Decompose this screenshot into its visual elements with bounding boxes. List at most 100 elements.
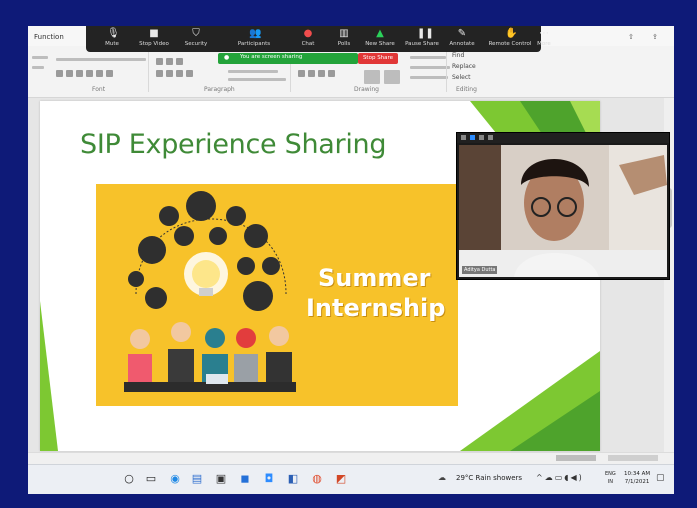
banner-word-internship: Internship — [306, 294, 446, 322]
shape-outline-control[interactable] — [410, 66, 450, 69]
select-button[interactable]: Select — [452, 74, 471, 81]
weather-text[interactable]: 29°C Rain showers — [456, 474, 522, 482]
group-label-editing: Editing — [456, 86, 477, 93]
group-label-drawing: Drawing — [354, 86, 379, 93]
convert-smartart-control[interactable] — [228, 78, 286, 81]
ribbon-tab-function[interactable]: Function — [34, 33, 64, 41]
indent-icon[interactable] — [176, 58, 183, 65]
replace-button[interactable]: Replace — [452, 63, 476, 70]
italic-icon[interactable] — [66, 70, 73, 77]
camera-icon: ■ — [149, 28, 159, 39]
justify-icon[interactable] — [186, 70, 193, 77]
shapes-icon[interactable] — [308, 70, 315, 77]
stop-video-button[interactable]: ■ Stop Video — [132, 28, 176, 50]
align-text-control[interactable] — [228, 70, 278, 73]
remote-control-label: Remote Control — [488, 41, 532, 47]
zoom-app-icon[interactable]: ◘ — [262, 472, 276, 486]
video-window-bar — [457, 133, 669, 143]
security-label: Security — [184, 41, 208, 47]
more-button[interactable]: ⋯ More — [534, 28, 554, 50]
task-view-icon[interactable]: ▭ — [144, 472, 158, 486]
video-minimize-icon[interactable] — [488, 135, 493, 140]
screen-sharing-text: You are screen sharing — [240, 54, 303, 60]
pen-icon: ✎ — [457, 28, 467, 39]
pause-share-button[interactable]: ❚❚ Pause Share — [400, 28, 444, 50]
lock-icon[interactable]: ▣ — [214, 472, 228, 486]
edge-icon[interactable]: ◉ — [168, 472, 182, 486]
outlook-icon[interactable]: ◼ — [238, 472, 252, 486]
arrange-control[interactable] — [364, 70, 380, 84]
find-button[interactable]: Find — [452, 52, 464, 59]
annotate-button[interactable]: ✎ Annotate — [440, 28, 484, 50]
screen-sharing-banner: ● You are screen sharing — [218, 53, 358, 64]
quick-styles-control[interactable] — [384, 70, 400, 84]
participant-name: Aditya Dutta — [462, 266, 498, 274]
shapes-icon[interactable] — [328, 70, 335, 77]
clock[interactable]: 10:34 AM 7/1/2021 — [624, 470, 650, 486]
status-bar — [28, 452, 674, 464]
sharing-indicator-icon: ● — [224, 54, 230, 61]
powerpoint-icon[interactable]: ◩ — [334, 472, 348, 486]
participants-icon: 👥 — [249, 28, 262, 39]
font-color-icon[interactable] — [96, 70, 103, 77]
new-share-label: New Share — [365, 41, 395, 47]
clock-date: 7/1/2021 — [624, 479, 650, 485]
language-code: ENG — [605, 471, 616, 477]
group-label-paragraph: Paragraph — [204, 86, 235, 93]
shield-icon: ⛉ — [192, 28, 200, 39]
mute-button[interactable]: 🎙 Mute — [90, 28, 134, 50]
stop-video-label: Stop Video — [139, 41, 169, 47]
store-icon[interactable]: ▤ — [190, 472, 204, 486]
video-view-icon[interactable] — [461, 135, 466, 140]
bold-icon[interactable] — [56, 70, 63, 77]
ribbon-separator — [148, 50, 149, 92]
align-left-icon[interactable] — [156, 70, 163, 77]
paste-control[interactable] — [32, 56, 48, 59]
zoom-toolbar: 🎙 Mute ■ Stop Video ⛉ Security 👥 Partici… — [86, 26, 551, 52]
underline-icon[interactable] — [76, 70, 83, 77]
new-share-button[interactable]: ▲ New Share — [358, 28, 402, 50]
shape-fill-control[interactable] — [410, 56, 446, 59]
microphone-icon: 🎙 — [107, 28, 120, 39]
shapes-icon[interactable] — [318, 70, 325, 77]
participants-button[interactable]: 👥 Participants — [232, 28, 276, 50]
chrome-icon[interactable]: ◍ — [310, 472, 324, 486]
share-icon: ▲ — [376, 28, 384, 39]
ribbon-right-icon[interactable]: ⇧ — [628, 33, 634, 41]
language-indicator[interactable]: ENG IN — [605, 470, 616, 486]
word-icon[interactable]: ◧ — [286, 472, 300, 486]
participant-video[interactable]: Aditya Dutta — [456, 132, 670, 280]
system-tray-icons[interactable]: ^☁▭◖◀) — [536, 473, 584, 482]
highlight-icon[interactable] — [106, 70, 113, 77]
summer-internship-banner: Summer Internship — [96, 184, 458, 406]
weather-icon: ☁ — [438, 473, 446, 482]
font-name-box[interactable] — [56, 58, 146, 61]
slide-title: SIP Experience Sharing — [80, 129, 387, 160]
bullets-icon[interactable] — [156, 58, 163, 65]
strikethrough-icon[interactable] — [86, 70, 93, 77]
numbering-icon[interactable] — [166, 58, 173, 65]
security-button[interactable]: ⛉ Security — [174, 28, 218, 50]
search-icon[interactable]: ○ — [122, 472, 136, 486]
zoom-slider[interactable] — [608, 455, 658, 461]
align-right-icon[interactable] — [176, 70, 183, 77]
more-icon: ⋯ — [539, 28, 549, 39]
group-label-font: Font — [92, 86, 106, 93]
video-gallery-icon[interactable] — [479, 135, 484, 140]
shapes-icon[interactable] — [298, 70, 305, 77]
stop-share-button[interactable]: Stop Share — [358, 53, 398, 64]
mute-label: Mute — [105, 41, 119, 47]
video-feed: Aditya Dutta — [459, 145, 667, 277]
remote-icon: ✋ — [505, 28, 518, 39]
notification-icon[interactable]: ▢ — [656, 473, 665, 483]
ribbon-share-icon[interactable]: ⇪ — [652, 33, 658, 41]
screen-frame: Function ⇧ ⇪ Find Replace Select Font Pa… — [28, 26, 674, 494]
shape-effects-control[interactable] — [410, 76, 448, 79]
windows-taskbar: ○ ▭ ◉ ▤ ▣ ◼ ◘ ◧ ◍ ◩ ☁ 29°C Rain showers … — [28, 464, 674, 494]
video-speaker-icon[interactable] — [470, 135, 475, 140]
remote-control-button[interactable]: ✋ Remote Control — [484, 28, 536, 50]
view-buttons[interactable] — [556, 455, 596, 461]
align-center-icon[interactable] — [166, 70, 173, 77]
ribbon-separator — [446, 50, 447, 92]
clipboard-control[interactable] — [32, 66, 44, 69]
